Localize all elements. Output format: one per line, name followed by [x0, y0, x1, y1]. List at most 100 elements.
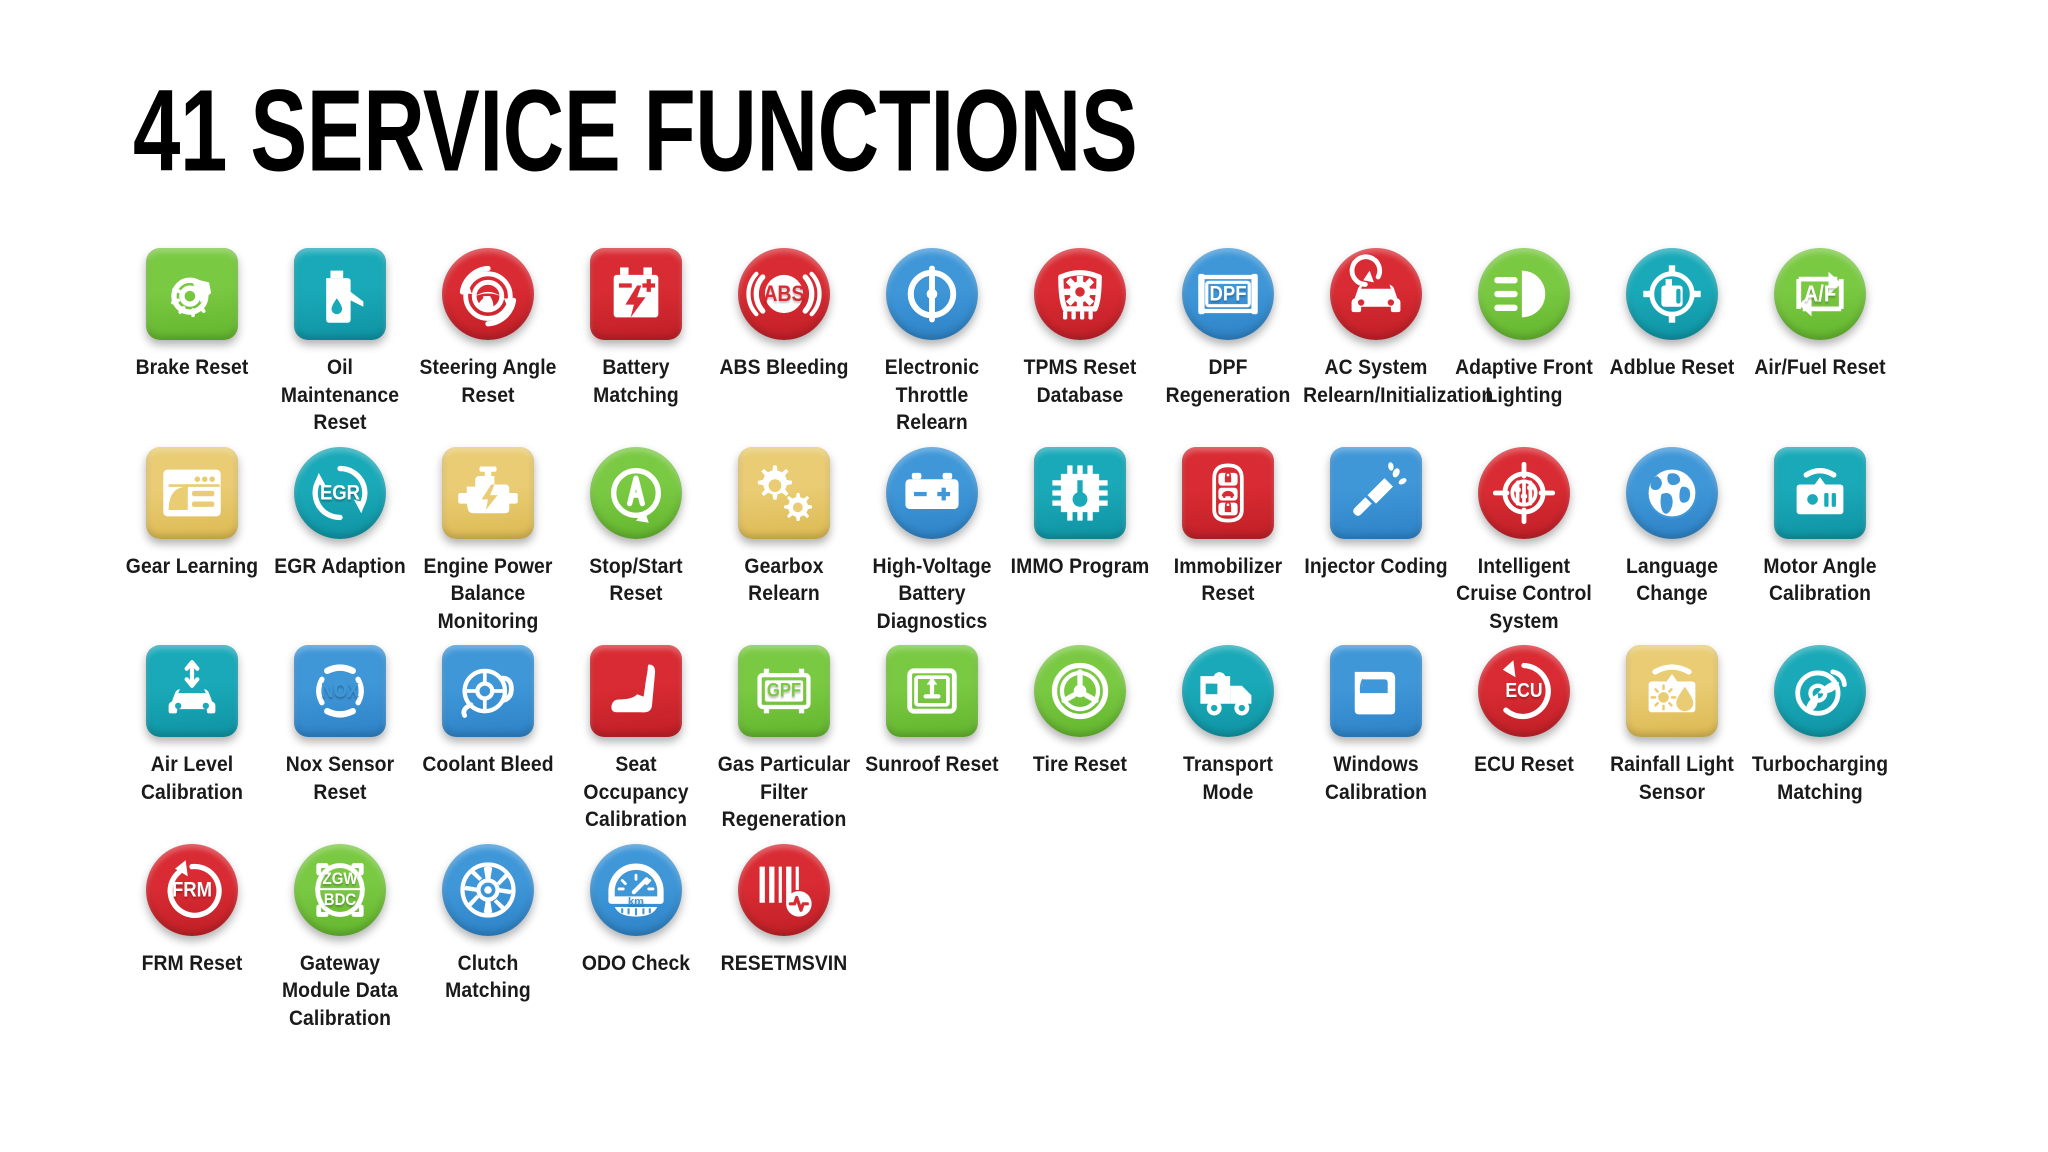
function-tile[interactable]: Language Change [1598, 437, 1746, 608]
function-tile[interactable]: FRM FRM Reset [118, 834, 266, 978]
gears-icon[interactable] [738, 446, 830, 539]
function-tile[interactable]: Sunroof Reset [858, 635, 1006, 779]
function-tile[interactable]: ZGW BDC Gateway Module Data Calibration [266, 834, 414, 1033]
functions-row-2: Gear Learning EGR EGR Adaption Engine Pow… [118, 437, 1948, 636]
function-tile[interactable]: Steering Angle Reset [414, 238, 562, 409]
function-label: Sunroof Reset [865, 752, 999, 777]
function-tile[interactable]: NOX Nox Sensor Reset [266, 635, 414, 806]
function-tile[interactable]: Rainfall Light Sensor [1598, 635, 1746, 806]
badge-wordmark: GPF [766, 680, 802, 702]
tire-pressure-icon[interactable] [1034, 248, 1126, 340]
function-label: RESETMSVIN [720, 950, 848, 975]
function-tile[interactable]: Gearbox Relearn [710, 437, 858, 608]
globe-icon[interactable] [1626, 446, 1718, 539]
function-icon-wrap [1180, 445, 1276, 541]
odometer-icon[interactable]: km [590, 843, 682, 936]
function-tile[interactable]: Oil Maintenance Reset [266, 238, 414, 437]
function-tile[interactable]: ECU ECU Reset [1450, 635, 1598, 779]
function-tile[interactable]: Motor Angle Calibration [1746, 437, 1894, 608]
function-icon-wrap [144, 445, 240, 541]
function-tile[interactable]: Gear Learning [118, 437, 266, 581]
abs-icon[interactable]: ABS [738, 248, 830, 340]
function-tile[interactable]: Tire Reset [1006, 635, 1154, 779]
function-tile[interactable]: Coolant Bleed [414, 635, 562, 779]
function-tile[interactable]: Engine Power Balance Monitoring [414, 437, 562, 636]
function-label: Brake Reset [135, 355, 249, 379]
immo-chip-icon[interactable] [1034, 446, 1126, 539]
throttle-body-icon[interactable] [886, 248, 978, 340]
headlight-icon[interactable] [1478, 248, 1570, 340]
rain-light-sensor-icon[interactable] [1626, 645, 1718, 738]
car-seat-icon[interactable] [590, 645, 682, 738]
gpf-icon[interactable]: GPF [738, 645, 830, 738]
function-label: Language Change [1625, 553, 1719, 606]
air-fuel-icon[interactable]: A/F [1774, 248, 1866, 340]
clutch-icon[interactable] [442, 843, 534, 936]
auto-stop-start-icon[interactable] [590, 446, 682, 539]
vin-barcode-icon[interactable] [738, 843, 830, 936]
key-fob-icon[interactable] [1182, 446, 1274, 539]
function-tile[interactable]: km ODO Check [562, 834, 710, 978]
ecu-reset-icon[interactable]: ECU [1478, 645, 1570, 738]
function-tile[interactable]: IMMO Program [1006, 437, 1154, 581]
function-tile[interactable]: Stop/Start Reset [562, 437, 710, 608]
function-tile[interactable]: Immobilizer Reset [1154, 437, 1302, 608]
function-tile[interactable]: Transport Mode [1154, 635, 1302, 806]
function-tile[interactable]: Intelligent Cruise Control System [1450, 437, 1598, 636]
function-tile[interactable]: A/F Air/Fuel Reset [1746, 238, 1894, 382]
function-label: Transport Mode [1182, 752, 1274, 804]
hv-battery-icon[interactable] [886, 446, 978, 539]
battery-icon[interactable] [590, 248, 682, 340]
function-tile[interactable]: High-Voltage Battery Diagnostics [858, 437, 1006, 636]
car-door-window-icon[interactable] [1330, 645, 1422, 738]
tire-wheel-icon[interactable] [1034, 645, 1126, 738]
function-tile[interactable]: Brake Reset [118, 238, 266, 382]
function-tile[interactable]: Air Level Calibration [118, 635, 266, 806]
gear-learning-screen-icon[interactable] [146, 446, 238, 539]
function-tile[interactable]: TPMS Reset Database [1006, 238, 1154, 409]
sunroof-icon[interactable] [886, 645, 978, 738]
transport-truck-icon[interactable] [1182, 645, 1274, 738]
function-label: Engine Power Balance Monitoring [423, 553, 553, 633]
cruise-target-icon[interactable] [1478, 446, 1570, 539]
function-icon-wrap [1032, 246, 1128, 342]
oil-can-icon[interactable] [294, 248, 386, 340]
function-tile[interactable]: Electronic Throttle Relearn [858, 238, 1006, 437]
engine-power-icon[interactable] [442, 446, 534, 539]
function-tile[interactable]: Adblue Reset [1598, 238, 1746, 382]
function-label: Air Level Calibration [140, 752, 244, 804]
function-tile[interactable]: AC System Relearn/Initialization [1302, 238, 1493, 409]
functions-grid: Brake Reset Oil Maintenance Reset Steeri… [118, 238, 1948, 1032]
frm-reset-icon[interactable]: FRM [146, 843, 238, 936]
function-tile[interactable]: RESETMSVIN [710, 834, 858, 978]
air-suspension-icon[interactable] [146, 645, 238, 738]
adblue-tank-icon[interactable] [1626, 248, 1718, 340]
brake-disc-icon[interactable] [146, 248, 238, 340]
function-tile[interactable]: GPF Gas Particular Filter Regeneration [710, 635, 858, 834]
function-tile[interactable]: ABS ABS Bleeding [710, 238, 858, 382]
motor-angle-icon[interactable] [1774, 446, 1866, 539]
function-tile[interactable]: EGR EGR Adaption [266, 437, 414, 581]
function-tile[interactable]: Injector Coding [1302, 437, 1450, 581]
coolant-pump-icon[interactable] [442, 645, 534, 738]
function-label: Oil Maintenance Reset [280, 355, 400, 435]
function-tile[interactable]: Seat Occupancy Calibration [562, 635, 710, 834]
steering-wheel-reset-icon[interactable] [442, 248, 534, 340]
function-tile[interactable]: Windows Calibration [1302, 635, 1450, 806]
function-tile[interactable]: Adaptive Front Lighting [1450, 238, 1598, 409]
function-tile[interactable]: Clutch Matching [414, 834, 562, 1005]
function-tile[interactable]: DPF DPF Regeneration [1154, 238, 1302, 409]
zgw-bdc-icon[interactable]: ZGW BDC [294, 843, 386, 936]
dpf-filter-icon[interactable]: DPF [1182, 248, 1274, 340]
ac-car-icon[interactable] [1330, 248, 1422, 340]
function-tile[interactable]: Turbocharging Matching [1746, 635, 1894, 806]
function-icon-wrap [884, 445, 980, 541]
egr-icon[interactable]: EGR [294, 446, 386, 539]
injector-icon[interactable] [1330, 446, 1422, 539]
function-label: Motor Angle Calibration [1763, 553, 1877, 606]
function-tile[interactable]: Battery Matching [562, 238, 710, 409]
nox-icon[interactable]: NOX [294, 645, 386, 738]
function-label: Tire Reset [1032, 752, 1128, 777]
function-label: Gear Learning [125, 553, 259, 578]
turbocharger-icon[interactable] [1774, 645, 1866, 738]
